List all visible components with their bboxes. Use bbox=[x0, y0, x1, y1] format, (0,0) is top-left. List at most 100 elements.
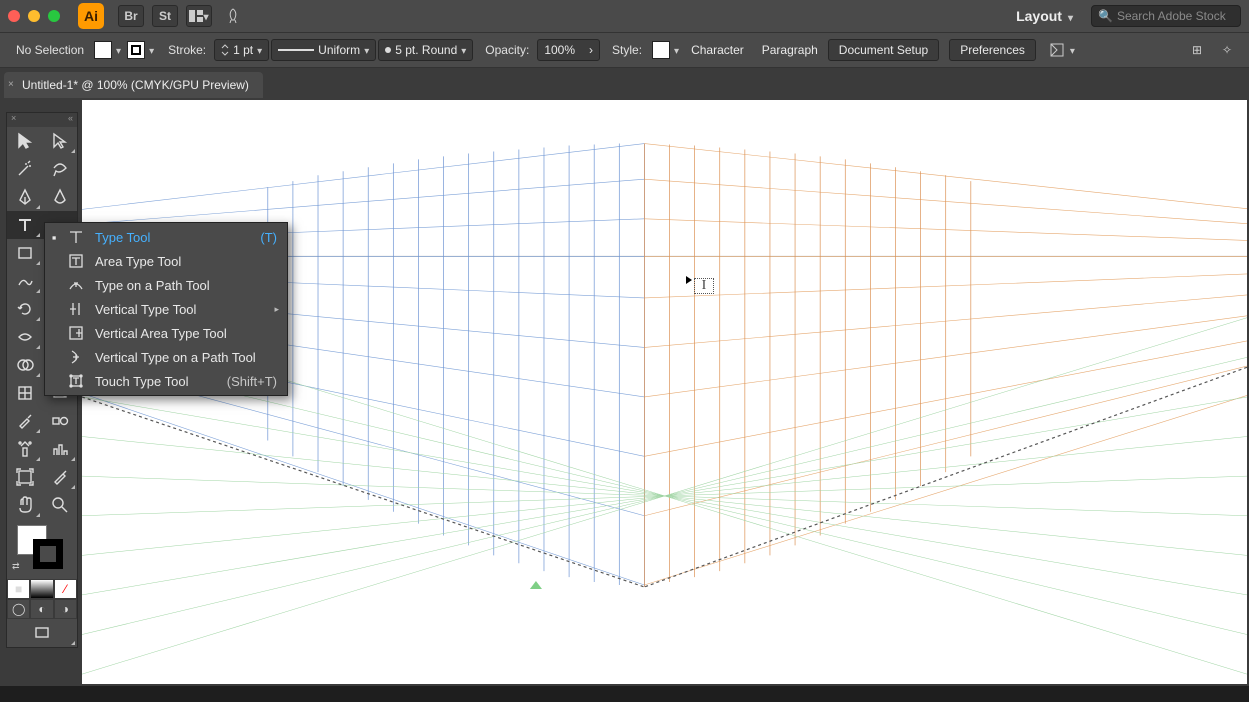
draw-normal[interactable]: ◯ bbox=[7, 599, 30, 619]
color-mode-gradient[interactable] bbox=[30, 579, 53, 599]
flyout-item-label: Type Tool bbox=[95, 230, 250, 245]
hand-tool[interactable] bbox=[7, 491, 42, 519]
arrange-documents-button[interactable] bbox=[186, 5, 212, 27]
type-tool[interactable] bbox=[7, 211, 42, 239]
stroke-weight-value: 1 pt bbox=[233, 43, 253, 57]
color-mode-none[interactable]: ⁄ bbox=[54, 579, 77, 599]
rotate-tool[interactable] bbox=[7, 295, 42, 323]
rectangle-tool[interactable] bbox=[7, 239, 42, 267]
zoom-window-icon[interactable] bbox=[48, 10, 60, 22]
type-icon bbox=[67, 229, 85, 245]
stroke-swatch[interactable] bbox=[125, 41, 156, 59]
minimize-window-icon[interactable] bbox=[28, 10, 40, 22]
tools-panel-header[interactable]: ×« bbox=[7, 113, 77, 127]
close-window-icon[interactable] bbox=[8, 10, 20, 22]
draw-mode-row: ◯ ◐ ◑ bbox=[7, 599, 77, 619]
draw-inside[interactable]: ◑ bbox=[54, 599, 77, 619]
chevron-down-icon bbox=[257, 43, 262, 57]
opacity-value: 100% bbox=[544, 43, 575, 57]
stock-button[interactable]: St bbox=[152, 5, 178, 27]
lasso-tool[interactable] bbox=[42, 155, 77, 183]
stock-search[interactable]: 🔍 Search Adobe Stock bbox=[1091, 5, 1241, 27]
flyout-item-area-type-tool[interactable]: Area Type Tool bbox=[45, 249, 287, 273]
blend-tool[interactable] bbox=[42, 407, 77, 435]
variable-width-profile[interactable]: Uniform bbox=[271, 39, 376, 61]
arrange-icon bbox=[189, 10, 203, 22]
color-mode-solid[interactable]: ■ bbox=[7, 579, 30, 599]
vertical-path-type-icon bbox=[67, 349, 85, 365]
graphic-style-swatch[interactable] bbox=[650, 41, 681, 59]
bottom-strip bbox=[0, 686, 1249, 702]
character-panel-link[interactable]: Character bbox=[691, 43, 744, 57]
chevron-down-icon bbox=[116, 43, 121, 57]
document-tabstrip: × Untitled-1* @ 100% (CMYK/GPU Preview) bbox=[0, 68, 1249, 98]
fill-stroke-control[interactable]: ⇄ bbox=[7, 519, 77, 579]
align-to-button[interactable] bbox=[1046, 42, 1077, 58]
preferences-button[interactable]: Preferences bbox=[949, 39, 1036, 61]
path-type-icon bbox=[67, 277, 85, 293]
flyout-item-type-tool[interactable]: ▪ Type Tool (T) bbox=[45, 225, 287, 249]
control-bar: No Selection Stroke: 1 pt Uniform 5 pt. … bbox=[0, 32, 1249, 68]
bridge-button[interactable]: Br bbox=[118, 5, 144, 27]
touch-type-icon bbox=[67, 373, 85, 389]
illustrator-logo: Ai bbox=[78, 3, 104, 29]
opacity-field[interactable]: 100%› bbox=[537, 39, 600, 61]
draw-behind[interactable]: ◐ bbox=[30, 599, 53, 619]
search-icon: 🔍 bbox=[1098, 9, 1113, 23]
color-mode-row: ■ ⁄ bbox=[7, 579, 77, 599]
stroke-weight-stepper[interactable]: 1 pt bbox=[214, 39, 269, 61]
flyout-item-vertical-type-on-path-tool[interactable]: Vertical Type on a Path Tool bbox=[45, 345, 287, 369]
workspace-label: Layout bbox=[1016, 8, 1062, 24]
flyout-item-type-on-path-tool[interactable]: Type on a Path Tool bbox=[45, 273, 287, 297]
cursor-arrow-icon bbox=[686, 276, 692, 284]
workspace-switcher[interactable]: Layout bbox=[1016, 8, 1073, 24]
stroke-color-icon[interactable] bbox=[33, 539, 63, 569]
flyout-item-label: Type on a Path Tool bbox=[95, 278, 277, 293]
paragraph-panel-link[interactable]: Paragraph bbox=[762, 43, 818, 57]
flyout-item-vertical-area-type-tool[interactable]: Vertical Area Type Tool bbox=[45, 321, 287, 345]
flyout-item-label: Vertical Type Tool bbox=[95, 302, 277, 317]
chevron-down-icon bbox=[149, 43, 154, 57]
document-tab[interactable]: × Untitled-1* @ 100% (CMYK/GPU Preview) bbox=[4, 72, 263, 98]
artboard-tool[interactable] bbox=[7, 463, 42, 491]
selection-status: No Selection bbox=[16, 43, 84, 57]
symbol-sprayer-tool[interactable] bbox=[7, 435, 42, 463]
eyedropper-tool[interactable] bbox=[7, 407, 42, 435]
vertical-type-icon bbox=[67, 301, 85, 317]
column-graph-tool[interactable] bbox=[42, 435, 77, 463]
chevron-down-icon bbox=[1070, 43, 1075, 57]
screen-mode-button[interactable] bbox=[7, 619, 77, 647]
close-tab-icon[interactable]: × bbox=[8, 79, 14, 90]
chevron-down-icon bbox=[203, 9, 208, 23]
area-type-icon bbox=[67, 253, 85, 269]
brush-definition[interactable]: 5 pt. Round bbox=[378, 39, 473, 61]
shape-builder-tool[interactable] bbox=[7, 351, 42, 379]
isolate-mode-icon[interactable]: ✧ bbox=[1217, 40, 1237, 60]
document-setup-button[interactable]: Document Setup bbox=[828, 39, 939, 61]
window-controls[interactable] bbox=[8, 10, 60, 22]
shaper-tool[interactable] bbox=[7, 267, 42, 295]
mesh-tool[interactable] bbox=[7, 379, 42, 407]
magic-wand-tool[interactable] bbox=[7, 155, 42, 183]
flyout-item-label: Area Type Tool bbox=[95, 254, 277, 269]
active-marker-icon: ▪ bbox=[51, 230, 57, 245]
flyout-item-label: Vertical Type on a Path Tool bbox=[95, 350, 277, 365]
width-tool[interactable] bbox=[7, 323, 42, 351]
selection-tool[interactable] bbox=[7, 127, 42, 155]
close-panel-icon[interactable]: × bbox=[11, 113, 16, 127]
transform-proxy-icon[interactable]: ⊞ bbox=[1187, 40, 1207, 60]
curvature-tool[interactable] bbox=[42, 183, 77, 211]
flyout-item-touch-type-tool[interactable]: Touch Type Tool (Shift+T) bbox=[45, 369, 287, 393]
collapse-panel-icon[interactable]: « bbox=[68, 113, 73, 127]
chevron-down-icon bbox=[364, 43, 369, 57]
stroke-profile-value: Uniform bbox=[318, 43, 360, 57]
gpu-rocket-button[interactable] bbox=[220, 5, 246, 27]
swap-default-colors-icon[interactable]: ⇄ bbox=[12, 561, 20, 572]
fill-swatch[interactable] bbox=[92, 41, 123, 59]
zoom-tool[interactable] bbox=[42, 491, 77, 519]
direct-selection-tool[interactable] bbox=[42, 127, 77, 155]
pen-tool[interactable] bbox=[7, 183, 42, 211]
align-icon bbox=[1048, 42, 1066, 58]
flyout-item-vertical-type-tool[interactable]: Vertical Type Tool bbox=[45, 297, 287, 321]
slice-tool[interactable] bbox=[42, 463, 77, 491]
